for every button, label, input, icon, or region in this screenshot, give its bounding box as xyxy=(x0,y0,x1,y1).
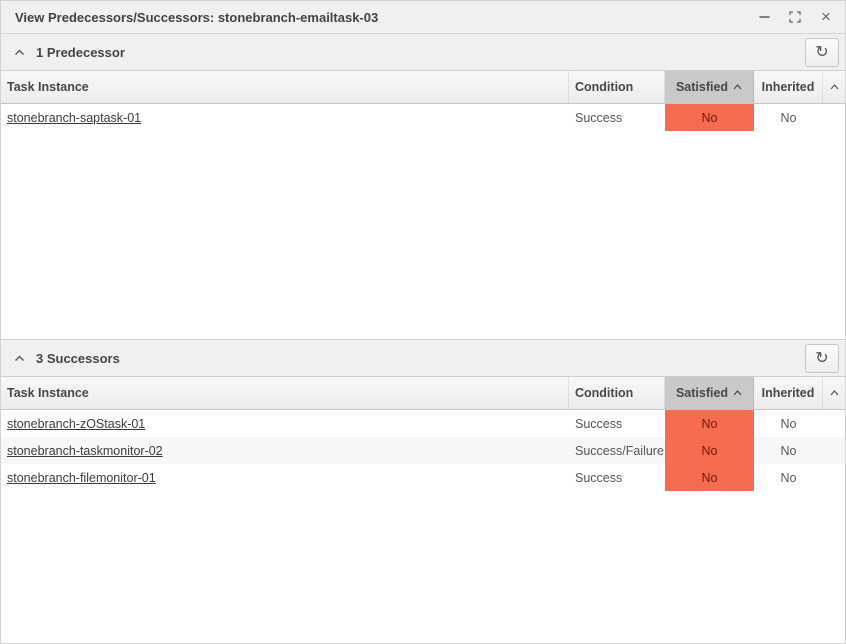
table-row[interactable]: stonebranch-filemonitor-01 Success No No xyxy=(1,464,845,491)
predecessors-section-header[interactable]: 1 Predecessor ↻ xyxy=(1,34,845,71)
task-instance-cell: stonebranch-zOStask-01 xyxy=(1,410,569,437)
corner-sort-icon xyxy=(830,390,838,396)
satisfied-cell: No xyxy=(665,104,754,131)
collapse-icon[interactable] xyxy=(14,355,25,362)
minimize-button[interactable] xyxy=(757,10,771,24)
sort-ascending-icon xyxy=(733,84,742,90)
collapse-icon[interactable] xyxy=(14,49,25,56)
column-header-satisfied-label: Satisfied xyxy=(675,80,729,94)
dialog-title: View Predecessors/Successors: stonebranc… xyxy=(15,9,379,25)
satisfied-cell: No xyxy=(665,410,754,437)
grid-body: stonebranch-saptask-01 Success No No xyxy=(1,104,845,339)
row-spacer xyxy=(823,410,845,437)
column-header-task-instance[interactable]: Task Instance xyxy=(1,377,569,409)
refresh-button[interactable]: ↻ xyxy=(805,343,839,373)
maximize-icon xyxy=(789,11,801,23)
successors-section-header[interactable]: 3 Successors ↻ xyxy=(1,340,845,377)
task-instance-cell: stonebranch-saptask-01 xyxy=(1,104,569,131)
task-instance-link[interactable]: stonebranch-zOStask-01 xyxy=(7,417,145,431)
condition-cell: Success xyxy=(575,110,623,125)
grid-body: stonebranch-zOStask-01 Success No No sto… xyxy=(1,410,845,643)
refresh-button[interactable]: ↻ xyxy=(805,37,839,67)
satisfied-cell: No xyxy=(665,437,754,464)
task-instance-cell: stonebranch-filemonitor-01 xyxy=(1,464,569,491)
inherited-cell: No xyxy=(780,443,797,458)
inherited-cell: No xyxy=(780,110,797,125)
close-icon: × xyxy=(821,7,831,26)
corner-sort-icon xyxy=(830,84,838,90)
task-instance-cell: stonebranch-taskmonitor-02 xyxy=(1,437,569,464)
maximize-button[interactable] xyxy=(788,10,802,24)
task-instance-link[interactable]: stonebranch-filemonitor-01 xyxy=(7,471,156,485)
column-header-condition[interactable]: Condition xyxy=(569,71,665,103)
corner-sort-button[interactable] xyxy=(823,377,845,409)
predecessors-panel: 1 Predecessor ↻ Task Instance Condition … xyxy=(1,34,845,339)
column-header-inherited[interactable]: Inherited xyxy=(754,377,823,409)
table-row[interactable]: stonebranch-zOStask-01 Success No No xyxy=(1,410,845,437)
refresh-icon: ↻ xyxy=(815,42,829,61)
close-button[interactable]: × xyxy=(819,7,833,26)
dialog-window: View Predecessors/Successors: stonebranc… xyxy=(0,0,846,644)
column-header-inherited[interactable]: Inherited xyxy=(754,71,823,103)
row-spacer xyxy=(823,104,845,131)
grid-header: Task Instance Condition Satisfied Inheri… xyxy=(1,71,845,104)
task-instance-link[interactable]: stonebranch-taskmonitor-02 xyxy=(7,444,163,458)
titlebar: View Predecessors/Successors: stonebranc… xyxy=(1,1,845,34)
condition-cell: Success xyxy=(575,470,623,485)
successors-grid: Task Instance Condition Satisfied Inheri… xyxy=(1,377,845,643)
column-header-satisfied-label: Satisfied xyxy=(675,386,729,400)
column-header-satisfied[interactable]: Satisfied xyxy=(665,71,754,103)
table-row[interactable]: stonebranch-saptask-01 Success No No xyxy=(1,104,845,131)
window-controls: × xyxy=(757,7,833,26)
condition-cell: Success xyxy=(575,416,623,431)
corner-sort-button[interactable] xyxy=(823,71,845,103)
table-row[interactable]: stonebranch-taskmonitor-02 Success/Failu… xyxy=(1,437,845,464)
sort-ascending-icon xyxy=(733,390,742,396)
predecessors-grid: Task Instance Condition Satisfied Inheri… xyxy=(1,71,845,339)
row-spacer xyxy=(823,464,845,491)
section-title: 1 Predecessor xyxy=(36,44,125,60)
minimize-icon xyxy=(759,16,769,18)
inherited-cell: No xyxy=(780,416,797,431)
successors-panel: 3 Successors ↻ Task Instance Condition S… xyxy=(1,339,845,643)
refresh-icon: ↻ xyxy=(815,348,829,367)
section-title: 3 Successors xyxy=(36,350,120,366)
inherited-cell: No xyxy=(780,470,797,485)
satisfied-cell: No xyxy=(665,464,754,491)
column-header-task-instance[interactable]: Task Instance xyxy=(1,71,569,103)
row-spacer xyxy=(823,437,845,464)
column-header-condition[interactable]: Condition xyxy=(569,377,665,409)
column-header-satisfied[interactable]: Satisfied xyxy=(665,377,754,409)
grid-header: Task Instance Condition Satisfied Inheri… xyxy=(1,377,845,410)
condition-cell: Success/Failure xyxy=(575,443,664,458)
task-instance-link[interactable]: stonebranch-saptask-01 xyxy=(7,111,141,125)
